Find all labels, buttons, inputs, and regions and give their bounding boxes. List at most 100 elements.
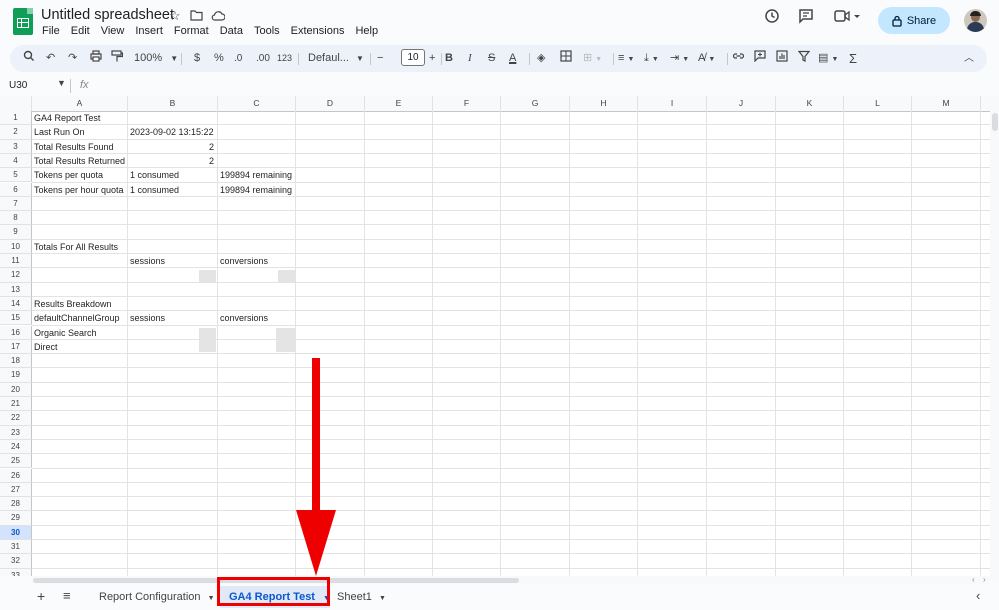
column-header-l[interactable]: L [844, 96, 912, 111]
font-select[interactable]: Defaul... ▼ [308, 50, 364, 67]
select-all-corner[interactable] [0, 96, 32, 111]
column-header-j[interactable]: J [707, 96, 776, 111]
cell-b5[interactable]: 1 consumed [130, 168, 179, 182]
spreadsheet-grid[interactable]: ABCDEFGHIJKLM 1 2 3 4 5 6 7 8 9 10 11 12 13 14 15 16 17 1… [0, 96, 990, 576]
cell-a10[interactable]: Totals For All Results [34, 240, 118, 254]
cell-c6[interactable]: 199894 remaining [220, 183, 292, 197]
comments-icon[interactable] [798, 8, 814, 29]
cell-c5[interactable]: 199894 remaining [220, 168, 292, 182]
share-button[interactable]: Share [878, 7, 950, 34]
strikethrough-button[interactable]: S [488, 50, 495, 67]
row-header-4[interactable]: 4 [0, 153, 32, 169]
column-header-b[interactable]: B [128, 96, 218, 111]
menu-file[interactable]: File [42, 25, 60, 37]
row-header-22[interactable]: 22 [0, 411, 32, 426]
cell-a2[interactable]: Last Run On [34, 125, 85, 139]
cloud-status-icon[interactable] [211, 9, 226, 24]
row-header-5[interactable]: 5 [0, 168, 32, 183]
cell-a4[interactable]: Total Results Returned [34, 154, 125, 168]
row-header-18[interactable]: 18 [0, 354, 32, 369]
filter-icon[interactable] [797, 50, 811, 68]
row-header-19[interactable]: 19 [0, 368, 32, 383]
menu-edit[interactable]: Edit [71, 25, 90, 37]
meet-icon[interactable] [834, 8, 860, 29]
merge-cells-icon[interactable]: ⊞ ▼ [583, 50, 602, 68]
row-header-21[interactable]: 21 [0, 397, 32, 412]
sheet-tab-sheet1[interactable]: Sheet1 ▼ [337, 591, 386, 603]
redo-icon[interactable]: ↷ [68, 50, 77, 67]
row-header-2[interactable]: 2 [0, 125, 32, 140]
cell-b15[interactable]: sessions [130, 311, 165, 325]
row-header-13[interactable]: 13 [0, 282, 32, 297]
undo-icon[interactable]: ↶ [46, 50, 55, 67]
fill-color-icon[interactable]: ◈ [537, 50, 545, 67]
more-formats-button[interactable]: 123 [277, 50, 292, 67]
decrease-decimal-button[interactable]: .0 [234, 50, 242, 67]
star-icon[interactable]: ☆ [169, 8, 181, 24]
chevron-down-icon[interactable]: ▼ [57, 78, 66, 88]
menu-data[interactable]: Data [220, 25, 243, 37]
menu-view[interactable]: View [101, 25, 125, 37]
menu-help[interactable]: Help [355, 25, 378, 37]
row-header-29[interactable]: 29 [0, 511, 32, 526]
row-header-16[interactable]: 16 [0, 325, 32, 340]
cell-a3[interactable]: Total Results Found [34, 140, 114, 154]
cell-b4[interactable]: 2 [128, 154, 214, 168]
column-header-k[interactable]: K [776, 96, 844, 111]
vertical-scrollbar-thumb[interactable] [992, 113, 998, 131]
cell-a17[interactable]: Direct [34, 340, 58, 354]
zoom-select[interactable]: 100% ▼ [134, 50, 178, 67]
column-header-i[interactable]: I [638, 96, 707, 111]
cell-c11[interactable]: conversions [220, 254, 268, 268]
scroll-left-icon[interactable]: ‹ [972, 575, 975, 584]
borders-icon[interactable] [560, 50, 572, 68]
version-history-icon[interactable] [764, 8, 780, 29]
row-header-23[interactable]: 23 [0, 425, 32, 440]
functions-icon[interactable]: Σ [849, 50, 857, 67]
text-wrapping-icon[interactable]: ⇥ ▼ [670, 50, 689, 68]
row-header-20[interactable]: 20 [0, 382, 32, 397]
cell-b11[interactable]: sessions [130, 254, 165, 268]
text-color-button[interactable]: A [509, 50, 516, 67]
sheet-tab-report-configuration[interactable]: Report Configuration ▼ [99, 591, 215, 603]
name-box[interactable]: U30 [9, 80, 27, 91]
cell-a5[interactable]: Tokens per quota [34, 168, 103, 182]
print-icon[interactable] [90, 50, 102, 68]
cell-a1[interactable]: GA4 Report Test [34, 111, 100, 125]
decrease-font-size-button[interactable]: − [377, 50, 383, 67]
insert-link-icon[interactable] [732, 50, 745, 68]
move-folder-icon[interactable] [190, 9, 203, 24]
avatar[interactable] [964, 9, 987, 32]
column-header-g[interactable]: G [501, 96, 570, 111]
menu-insert[interactable]: Insert [135, 25, 163, 37]
add-sheet-icon[interactable]: + [37, 588, 45, 604]
increase-decimal-button[interactable]: .00 [256, 50, 270, 67]
font-size-input[interactable]: 10 [401, 49, 425, 66]
row-header-26[interactable]: 26 [0, 468, 32, 483]
italic-button[interactable]: I [468, 50, 472, 67]
sheets-logo-icon[interactable] [13, 8, 33, 35]
row-header-8[interactable]: 8 [0, 211, 32, 226]
percent-format-button[interactable]: % [214, 50, 224, 67]
row-header-15[interactable]: 15 [0, 311, 32, 326]
cell-b3[interactable]: 2 [128, 140, 214, 154]
column-header-c[interactable]: C [218, 96, 296, 111]
row-header-25[interactable]: 25 [0, 454, 32, 469]
paint-format-icon[interactable] [111, 50, 124, 68]
cell-c15[interactable]: conversions [220, 311, 268, 325]
row-header-7[interactable]: 7 [0, 196, 32, 212]
all-sheets-icon[interactable]: ≡ [63, 588, 71, 603]
insert-comment-icon[interactable] [754, 50, 766, 68]
row-header-9[interactable]: 9 [0, 225, 32, 240]
row-header-30[interactable]: 30 [0, 525, 32, 540]
row-header-17[interactable]: 17 [0, 339, 32, 355]
menu-tools[interactable]: Tools [254, 25, 280, 37]
row-header-28[interactable]: 28 [0, 497, 32, 512]
row-header-3[interactable]: 3 [0, 139, 32, 154]
row-header-31[interactable]: 31 [0, 540, 32, 555]
cell-b2[interactable]: 2023-09-02 13:15:22 [130, 125, 214, 139]
increase-font-size-button[interactable]: + [429, 50, 435, 67]
vertical-scrollbar[interactable] [990, 96, 999, 580]
menu-extensions[interactable]: Extensions [291, 25, 345, 37]
column-header-f[interactable]: F [433, 96, 501, 111]
